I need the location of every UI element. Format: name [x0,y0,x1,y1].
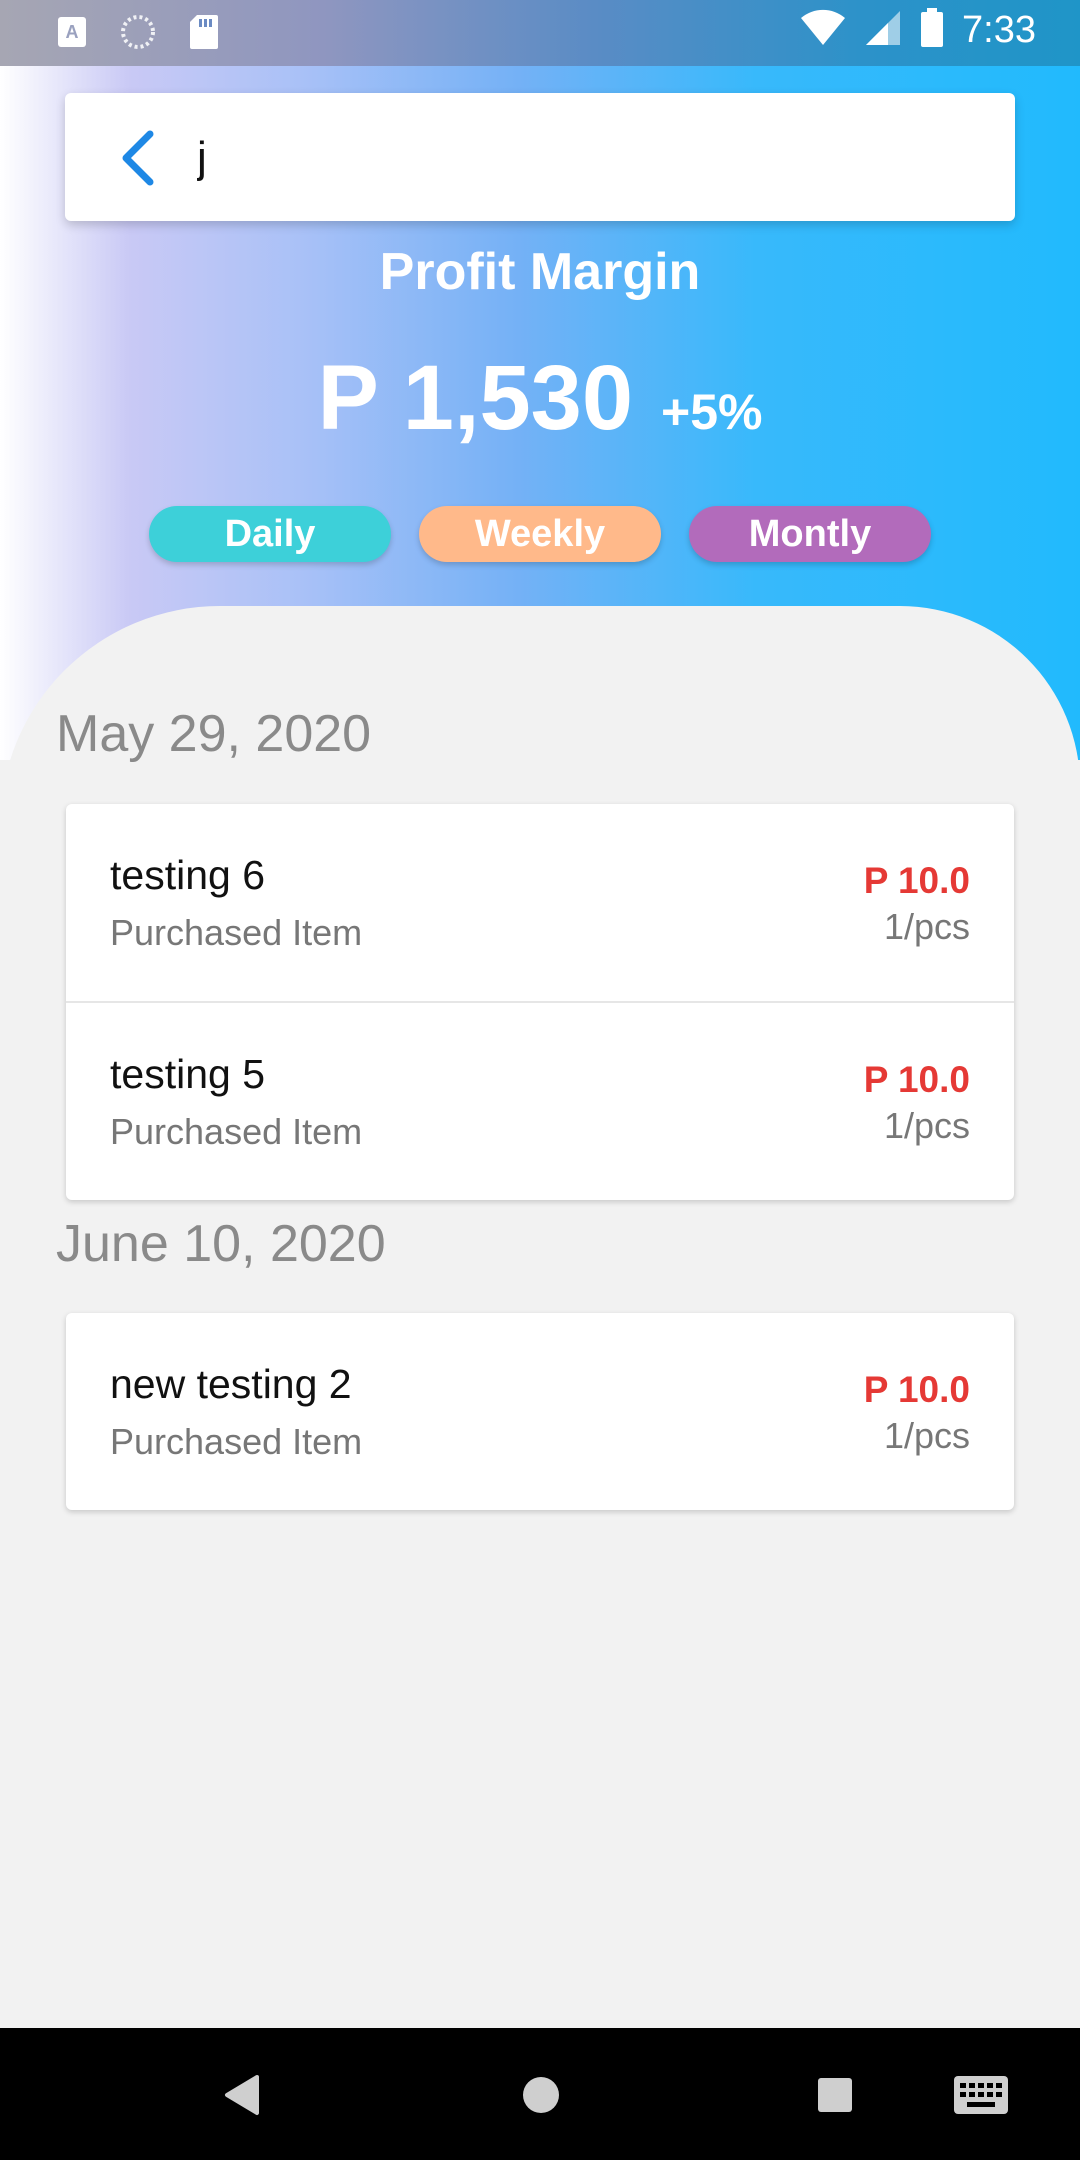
item-name: new testing 2 [110,1361,352,1407]
item-type: Purchased Item [110,1111,363,1152]
profit-summary: P 1,530 +5% [0,346,1080,451]
filter-weekly-button[interactable]: Weekly [419,506,661,562]
recents-icon [818,2078,852,2112]
status-time: 7:33 [962,9,1036,51]
chevron-left-icon [122,130,154,186]
search-bar [65,93,1015,221]
page-title: Profit Margin [379,243,701,301]
sd-card-icon [186,14,222,50]
item-quantity: 1/pcs [883,906,970,947]
transaction-card: new testing 2 Purchased Item P 10.0 1/pc… [66,1313,1014,1510]
keyboard-icon [954,2076,1008,2114]
item-price: P 10.0 [863,1059,970,1100]
item-price: P 10.0 [863,860,970,901]
item-name: testing 6 [110,852,265,898]
filter-daily-button[interactable]: Daily [149,506,391,562]
filter-monthly-button[interactable]: Montly [689,506,931,562]
back-button[interactable] [103,123,173,193]
back-icon [225,2075,259,2115]
wifi-icon [800,9,846,52]
search-input[interactable] [195,117,979,199]
item-price: P 10.0 [863,1369,970,1410]
item-quantity: 1/pcs [883,1415,970,1456]
navigation-bar [0,2028,1080,2160]
profit-amount: P 1,530 [317,347,634,449]
nav-back-button[interactable] [206,2060,276,2130]
item-type: Purchased Item [110,1421,363,1462]
transaction-row[interactable]: testing 5 Purchased Item P 10.0 1/pcs [66,1001,1014,1200]
loading-icon [120,14,156,50]
home-icon [523,2077,559,2113]
period-filters: Daily Weekly Montly [0,506,1080,562]
svg-text:A: A [66,22,79,42]
nav-home-button[interactable] [506,2060,576,2130]
item-quantity: 1/pcs [883,1105,970,1146]
nav-recents-button[interactable] [800,2060,870,2130]
battery-icon [920,8,944,53]
transaction-row[interactable]: new testing 2 Purchased Item P 10.0 1/pc… [66,1313,1014,1510]
nav-keyboard-button[interactable] [946,2060,1016,2130]
item-type: Purchased Item [110,912,363,953]
transaction-card: testing 6 Purchased Item P 10.0 1/pcs te… [66,804,1014,1200]
item-name: testing 5 [110,1051,265,1097]
transaction-row[interactable]: testing 6 Purchased Item P 10.0 1/pcs [66,804,1014,1001]
date-header: June 10, 2020 [56,1215,386,1273]
status-bar: A 7:33 [0,0,1080,66]
date-header: May 29, 2020 [56,705,372,763]
profit-change: +5% [661,384,763,440]
signal-icon [864,9,902,52]
text-icon: A [54,14,90,50]
